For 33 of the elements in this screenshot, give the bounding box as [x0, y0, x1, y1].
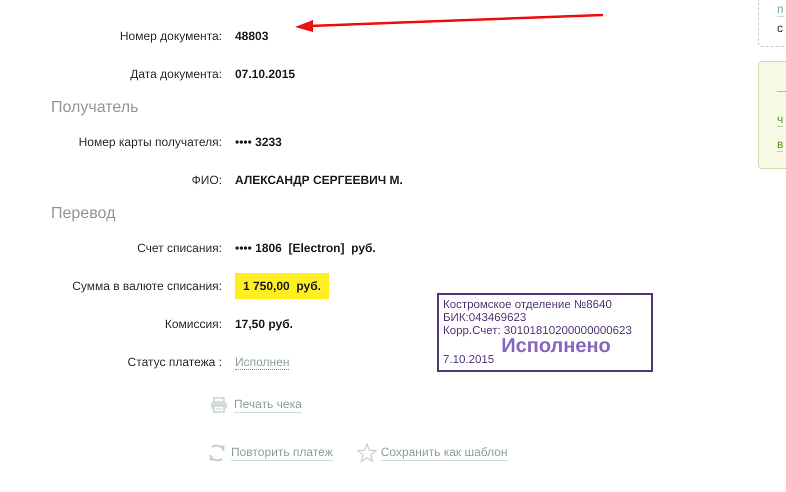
field-label: Номер документа: [118, 29, 222, 43]
field-label: Статус платежа : [126, 355, 222, 369]
stamp-text: Костромское отделение №8640 [443, 299, 613, 312]
field-value: •••• 3233 [235, 135, 282, 149]
field-label: ФИО: [190, 173, 222, 187]
field-value: 48803 [235, 29, 268, 43]
field-label: Номер карты получателя: [78, 135, 222, 149]
field-value: •••• 1806 [Electron] руб. [235, 241, 376, 255]
status-link[interactable]: Исполнен [235, 354, 290, 370]
section-heading: Перевод [50, 204, 116, 224]
panel-link[interactable]: ч [777, 112, 784, 127]
stamp-text: БИК:043469623 [443, 312, 528, 325]
star-icon [356, 443, 377, 463]
field-label: Комиссия: [164, 317, 222, 331]
section-heading: Получатель [50, 98, 140, 118]
panel-text: с [777, 21, 784, 35]
amount-value: 1 750,00 руб. [235, 273, 329, 299]
repeat-payment-link[interactable]: Повторить платеж [231, 445, 333, 461]
field-value: 07.10.2015 [235, 67, 296, 81]
refresh-icon [207, 443, 227, 463]
field-value: АЛЕКСАНДР СЕРГЕЕВИЧ М. [235, 173, 403, 187]
field-label: Дата документа: [129, 67, 222, 81]
stamp-text: Корр.Счет: 30101810200000000623 [443, 325, 633, 338]
panel-link[interactable]: в [777, 137, 784, 152]
stamp-date: 7.10.2015 [443, 354, 496, 367]
field-label: Сумма в валюте списания: [71, 279, 222, 293]
field-value: 17,50 руб. [235, 317, 293, 331]
field-label: Счет списания: [136, 241, 222, 255]
panel-link[interactable]: п [777, 2, 784, 17]
printer-icon [210, 397, 228, 413]
print-receipt-link[interactable]: Печать чека [234, 397, 302, 413]
stamp-status: Исполнено [500, 338, 612, 354]
save-template-link[interactable]: Сохранить как шаблон [380, 445, 508, 461]
